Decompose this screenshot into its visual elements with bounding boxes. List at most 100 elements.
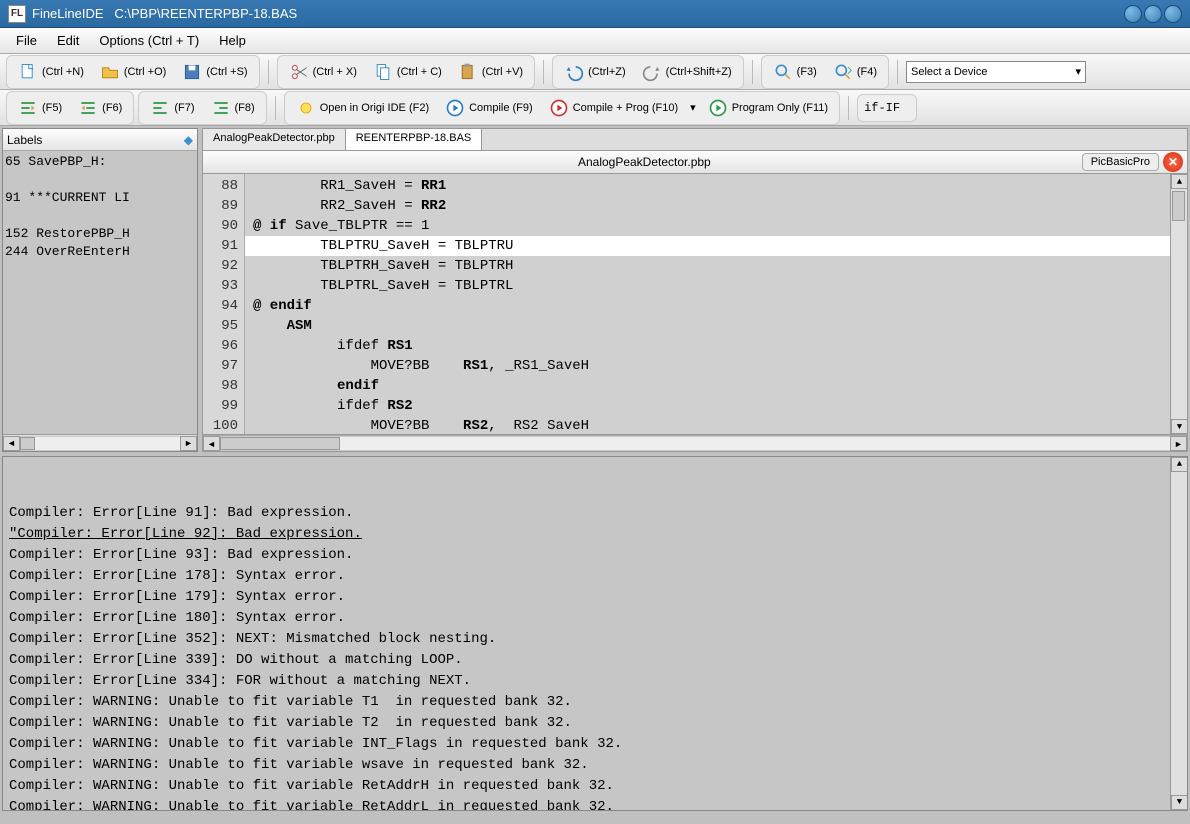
scroll-right-button[interactable]: ► [180,436,197,451]
redo-button[interactable]: (Ctrl+Shift+Z) [635,58,739,86]
indent-left-icon [18,98,38,118]
compile-button[interactable]: Compile (F9) [438,94,540,122]
main-area: Labels ◆ 65 SavePBP_H: 91 ***CURRENT LI … [0,126,1190,454]
code-line[interactable]: TBLPTRL_SaveH = TBLPTRL [245,276,1170,296]
output-line: "Compiler: Error[Line 92]: Bad expressio… [9,524,1181,545]
scissors-icon [289,62,309,82]
findnext-button[interactable]: (F4) [826,58,884,86]
code-line[interactable]: ifdef RS2 [245,396,1170,416]
code-area[interactable]: RR1_SaveH = RR1 RR2_SaveH = RR2@ if Save… [245,174,1170,434]
menu-edit[interactable]: Edit [47,29,89,52]
code-line[interactable]: MOVE?BB RS2, RS2 SaveH [245,416,1170,434]
save-button[interactable]: (Ctrl +S) [175,58,254,86]
output-line: Compiler: Error[Line 352]: NEXT: Mismatc… [9,629,1181,650]
code-line[interactable]: ASM [245,316,1170,336]
open-folder-icon [100,62,120,82]
output-line: Compiler: Error[Line 339]: DO without a … [9,650,1181,671]
program-only-button[interactable]: Program Only (F11) [701,94,835,122]
output-line: Compiler: WARNING: Unable to fit variabl… [9,713,1181,734]
code-line[interactable]: TBLPTRH_SaveH = TBLPTRH [245,256,1170,276]
search-icon [773,62,793,82]
close-editor-button[interactable]: ✕ [1163,152,1183,172]
labels-header[interactable]: Labels ◆ [3,129,197,151]
scroll-down-button[interactable]: ▼ [1171,795,1188,810]
compile-prog-button[interactable]: Compile + Prog (F10) [542,94,685,122]
code-line[interactable]: TBLPTRU_SaveH = TBLPTRU [245,236,1170,256]
output-line: Compiler: Error[Line 91]: Bad expression… [9,503,1181,524]
comment-icon [150,98,170,118]
search-next-icon [833,62,853,82]
code-line[interactable]: ifdef RS1 [245,336,1170,356]
code-line[interactable]: MOVE?BB RS1, _RS1_SaveH [245,356,1170,376]
language-button[interactable]: PicBasicPro [1082,153,1159,171]
scroll-down-button[interactable]: ▼ [1171,419,1188,434]
menu-help[interactable]: Help [209,29,256,52]
window-buttons [1124,5,1182,23]
labels-hscroll[interactable]: ◄ ► [3,434,197,451]
code-line[interactable]: RR1_SaveH = RR1 [245,176,1170,196]
app-title: FineLineIDE C:\PBP\REENTERPBP-18.BAS [32,6,297,21]
open-button[interactable]: (Ctrl +O) [93,58,173,86]
editor-body[interactable]: 888990919293949596979899100 RR1_SaveH = … [202,174,1188,435]
labels-panel: Labels ◆ 65 SavePBP_H: 91 ***CURRENT LI … [2,128,198,452]
new-file-icon [18,62,38,82]
compile-prog-dropdown[interactable]: ▾ [687,97,699,118]
uncomment-icon [211,98,231,118]
editor-hscroll[interactable]: ◄ ► [202,435,1188,452]
editor-tabs: AnalogPeakDetector.pbp REENTERPBP-18.BAS [202,128,1188,150]
labels-list[interactable]: 65 SavePBP_H: 91 ***CURRENT LI 152 Resto… [3,151,197,434]
diamond-icon: ◆ [184,133,193,147]
editor-vscroll[interactable]: ▲ ▼ [1170,174,1187,434]
maximize-button[interactable] [1144,5,1162,23]
output-line: Compiler: WARNING: Unable to fit variabl… [9,755,1181,776]
f8-button[interactable]: (F8) [204,94,262,122]
output-panel[interactable]: Compiler: Error[Line 91]: Bad expression… [2,456,1188,811]
menubar: File Edit Options (Ctrl + T) Help [0,28,1190,54]
tab-0[interactable]: AnalogPeakDetector.pbp [203,129,346,150]
output-line: Compiler: Error[Line 334]: FOR without a… [9,671,1181,692]
scroll-right-button[interactable]: ► [1170,436,1187,451]
toolbar-row-2: (F5) (F6) (F7) (F8) Open in Origi IDE (F… [0,90,1190,126]
paste-button[interactable]: (Ctrl +V) [451,58,530,86]
editor-header: AnalogPeakDetector.pbp PicBasicPro ✕ [202,150,1188,174]
editor-filename: AnalogPeakDetector.pbp [207,155,1082,169]
output-line: Compiler: WARNING: Unable to fit variabl… [9,692,1181,713]
menu-options[interactable]: Options (Ctrl + T) [89,29,209,52]
if-text-box[interactable]: if-IF [857,94,917,122]
open-origi-button[interactable]: Open in Origi IDE (F2) [289,94,436,122]
output-line: Compiler: WARNING: Unable to fit variabl… [9,734,1181,755]
scroll-up-button[interactable]: ▲ [1171,457,1188,472]
code-line[interactable]: RR2_SaveH = RR2 [245,196,1170,216]
f5-button[interactable]: (F5) [11,94,69,122]
scroll-left-button[interactable]: ◄ [3,436,20,451]
output-line: Compiler: WARNING: Unable to fit variabl… [9,797,1181,811]
output-vscroll[interactable]: ▲ ▼ [1170,457,1187,810]
code-line[interactable]: @ if Save_TBLPTR == 1 [245,216,1170,236]
output-line: Compiler: Error[Line 179]: Syntax error. [9,587,1181,608]
app-icon: FL [8,5,26,23]
line-gutter: 888990919293949596979899100 [203,174,245,434]
play-green-icon [708,98,728,118]
cut-button[interactable]: (Ctrl + X) [282,58,364,86]
minimize-button[interactable] [1124,5,1142,23]
menu-file[interactable]: File [6,29,47,52]
scroll-up-button[interactable]: ▲ [1171,174,1188,189]
copy-button[interactable]: (Ctrl + C) [366,58,449,86]
find-button[interactable]: (F3) [766,58,824,86]
code-line[interactable]: @ endif [245,296,1170,316]
redo-icon [642,62,662,82]
paste-icon [458,62,478,82]
undo-button[interactable]: (Ctrl+Z) [557,58,633,86]
play-red-icon [549,98,569,118]
close-button[interactable] [1164,5,1182,23]
editor-area: AnalogPeakDetector.pbp REENTERPBP-18.BAS… [202,128,1188,452]
scroll-left-button[interactable]: ◄ [203,436,220,451]
f7-button[interactable]: (F7) [143,94,201,122]
new-button[interactable]: (Ctrl +N) [11,58,91,86]
device-select[interactable]: Select a Device ▾ [906,61,1086,83]
f6-button[interactable]: (F6) [71,94,129,122]
code-line[interactable]: endif [245,376,1170,396]
tab-1[interactable]: REENTERPBP-18.BAS [346,129,483,150]
chevron-down-icon: ▾ [1075,65,1081,78]
sun-icon [296,98,316,118]
